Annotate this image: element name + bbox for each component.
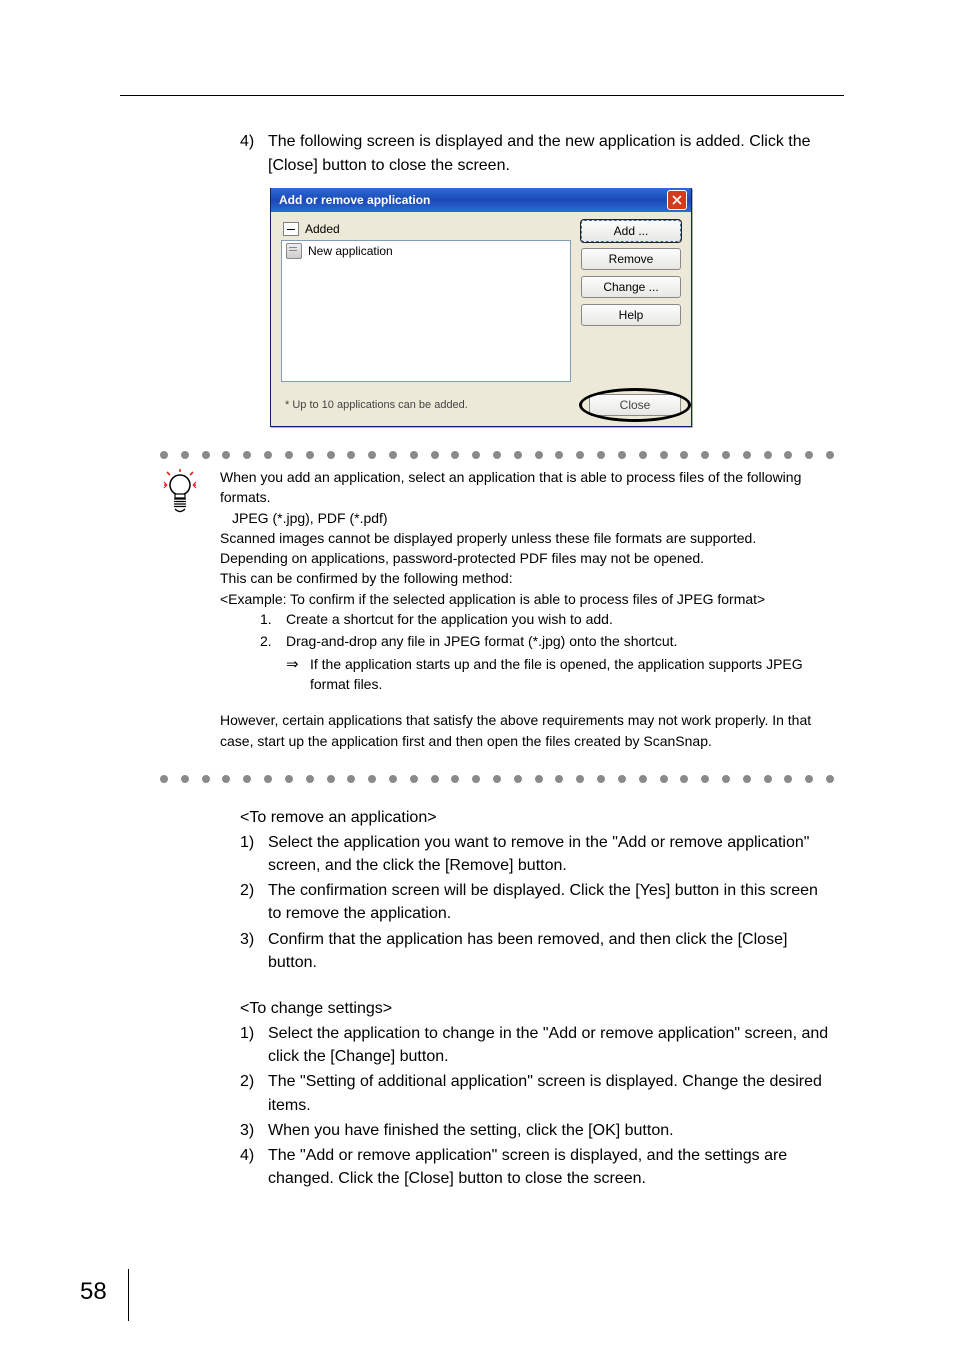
remove-steps: 1)Select the application you want to rem…	[240, 831, 834, 974]
added-label: Added	[305, 222, 340, 236]
remove-heading: <To remove an application>	[240, 809, 834, 827]
application-icon	[286, 243, 302, 259]
list-item[interactable]: New application	[282, 241, 570, 261]
remove-s1: Select the application you want to remov…	[268, 831, 834, 877]
dialog-title-bar: Add or remove application	[271, 188, 691, 212]
step-4-text: The following screen is displayed and th…	[268, 130, 834, 178]
remove-s1-num: 1)	[240, 831, 268, 877]
remove-s2-num: 2)	[240, 879, 268, 925]
collapse-icon[interactable]	[283, 222, 299, 236]
tip-p3a: Depending on applications, password-prot…	[220, 548, 834, 568]
change-heading: <To change settings>	[240, 1000, 834, 1018]
close-button[interactable]: Close	[589, 394, 681, 416]
remove-s3: Confirm that the application has been re…	[268, 928, 834, 974]
arrow-icon: ⇒	[286, 654, 310, 695]
tip-sub2-num: 2.	[260, 631, 286, 651]
added-list-header: Added	[281, 220, 571, 238]
add-button[interactable]: Add ...	[581, 220, 681, 242]
application-list[interactable]: New application	[281, 240, 571, 382]
dialog-foot-note: * Up to 10 applications can be added.	[285, 399, 468, 411]
remove-s2: The confirmation screen will be displaye…	[268, 879, 834, 925]
change-s1-num: 1)	[240, 1022, 268, 1068]
help-button[interactable]: Help	[581, 304, 681, 326]
change-s2: The "Setting of additional application" …	[268, 1070, 834, 1116]
remove-s3-num: 3)	[240, 928, 268, 974]
change-steps: 1)Select the application to change in th…	[240, 1022, 834, 1190]
step-4-number: 4)	[240, 130, 268, 178]
tip-p3b: This can be confirmed by the following m…	[220, 568, 834, 588]
tip-sub2-detail: If the application starts up and the fil…	[310, 654, 834, 695]
dialog-title: Add or remove application	[279, 193, 430, 207]
change-s3: When you have finished the setting, clic…	[268, 1119, 674, 1142]
tip-p2: Scanned images cannot be displayed prope…	[220, 528, 834, 548]
dialog-close-x-icon[interactable]	[667, 190, 687, 210]
remove-button[interactable]: Remove	[581, 248, 681, 270]
tip-p4: <Example: To confirm if the selected app…	[220, 589, 834, 609]
change-s2-num: 2)	[240, 1070, 268, 1116]
change-button[interactable]: Change ...	[581, 276, 681, 298]
hint-bulb-icon	[160, 467, 200, 751]
tip-formats: JPEG (*.jpg), PDF (*.pdf)	[220, 508, 834, 528]
step-4: 4) The following screen is displayed and…	[240, 130, 834, 178]
change-s1: Select the application to change in the …	[268, 1022, 834, 1068]
tip-sub2: Drag-and-drop any file in JPEG format (*…	[286, 631, 677, 651]
header-rule	[120, 95, 844, 96]
tip-p1: When you add an application, select an a…	[220, 467, 834, 508]
tip-sub1-num: 1.	[260, 609, 286, 629]
change-s4-num: 4)	[240, 1144, 268, 1190]
tip-p5: However, certain applications that satis…	[220, 710, 834, 751]
change-s4: The "Add or remove application" screen i…	[268, 1144, 834, 1190]
tip-sub1: Create a shortcut for the application yo…	[286, 609, 613, 629]
page-number-separator	[128, 1269, 129, 1321]
list-item-label: New application	[308, 244, 393, 258]
page-number: 58	[80, 1278, 107, 1306]
dialog-screenshot: Add or remove application Added New appl…	[270, 188, 834, 427]
dotted-separator	[160, 451, 834, 459]
add-remove-application-dialog: Add or remove application Added New appl…	[270, 188, 692, 427]
change-s3-num: 3)	[240, 1119, 268, 1142]
dotted-separator	[160, 775, 834, 783]
hint-text-block: When you add an application, select an a…	[220, 467, 834, 751]
